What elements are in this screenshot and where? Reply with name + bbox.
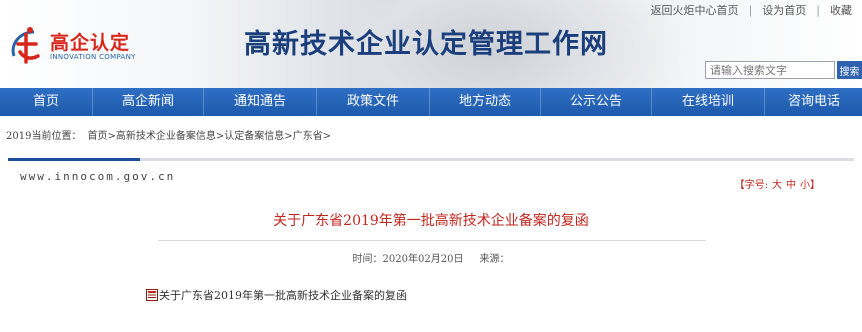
set-homepage-link[interactable]: 设为首页 — [762, 4, 806, 17]
nav-training[interactable]: 在线培训 — [652, 88, 765, 116]
attachment-link[interactable]: 关于广东省2019年第一批高新技术企业备案的复函 — [146, 287, 407, 303]
site-domain: www.innocom.gov.cn — [20, 170, 176, 183]
search-input[interactable] — [705, 61, 835, 79]
nav-news[interactable]: 高企新闻 — [93, 88, 204, 116]
article-source: 来源： — [479, 254, 510, 265]
nav-local[interactable]: 地方动态 — [430, 88, 541, 116]
document-icon — [146, 289, 158, 301]
content-border-accent — [8, 158, 140, 161]
site-title: 高新技术企业认定管理工作网 — [244, 29, 608, 60]
nav-notices[interactable]: 通知通告 — [204, 88, 317, 116]
site-header: 返回火炬中心首页 | 设为首页 | 收藏 高企认定 INNOVATION COMPANY… — [0, 0, 862, 88]
logo-subtext: INNOVATION COMPANY — [50, 53, 136, 61]
article-time: 时间：2020年02月20日 — [352, 254, 464, 265]
nav-home[interactable]: 首页 — [0, 88, 93, 116]
breadcrumb-year: 2019 — [6, 131, 32, 142]
logo-mark-icon — [11, 27, 40, 64]
bookmark-link[interactable]: 收藏 — [830, 4, 852, 17]
nav-policy[interactable]: 政策文件 — [317, 88, 430, 116]
breadcrumb-label: 当前位置： — [31, 131, 82, 142]
breadcrumb: 2019当前位置： 首页>高新技术企业备案信息>认定备案信息>广东省> — [6, 127, 331, 142]
nav-contact[interactable]: 咨询电话 — [765, 88, 862, 116]
font-size-large[interactable]: 大 — [772, 180, 782, 191]
font-size-label: 【字号: — [734, 180, 768, 191]
search-button[interactable]: 搜索 — [837, 61, 862, 79]
font-size-small[interactable]: 小】 — [800, 180, 820, 191]
main-nav: 首页 高企新闻 通知通告 政策文件 地方动态 公示公告 在线培训 咨询电话 — [0, 88, 862, 116]
logo[interactable]: 高企认定 INNOVATION COMPANY — [8, 26, 168, 68]
article-divider — [158, 240, 706, 241]
top-links: 返回火炬中心首页 | 设为首页 | 收藏 — [650, 4, 852, 17]
nav-announcements[interactable]: 公示公告 — [541, 88, 652, 116]
home-link[interactable]: 返回火炬中心首页 — [651, 4, 739, 17]
article-title: 关于广东省2019年第一批高新技术企业备案的复函 — [273, 213, 589, 229]
logo-text: 高企认定 — [50, 32, 131, 54]
font-size-control: 【字号: 大中小】 — [733, 176, 822, 191]
attachment-label[interactable]: 关于广东省2019年第一批高新技术企业备案的复函 — [159, 287, 407, 303]
font-size-medium[interactable]: 中 — [786, 180, 796, 191]
breadcrumb-path[interactable]: 首页>高新技术企业备案信息>认定备案信息>广东省> — [87, 131, 331, 142]
article-meta: 时间：2020年02月20日 来源： — [0, 250, 862, 265]
